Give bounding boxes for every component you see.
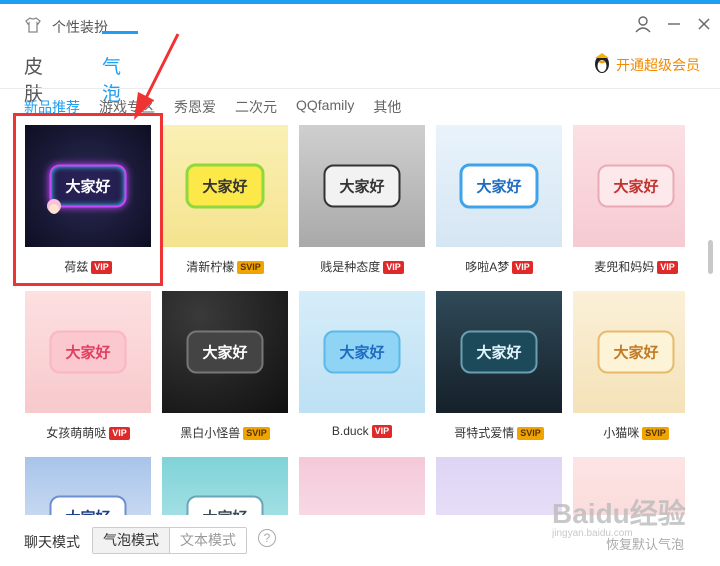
bubble-preview-text: 大家好 [459, 163, 539, 209]
bubble-label: 麦兜和妈妈 VIP [573, 258, 685, 275]
bubble-preview-text: 大家好 [186, 330, 264, 374]
bubble-card[interactable]: 大家好 B.duck VIP [299, 291, 425, 438]
tshirt-icon [24, 16, 42, 34]
vip-badge: VIP [371, 425, 393, 438]
bubble-mode-button[interactable]: 气泡模式 [93, 528, 170, 553]
bubble-preview-text: 大家好 [323, 330, 401, 374]
bubble-card[interactable]: 大家好 [25, 457, 151, 515]
bubble-card[interactable] [436, 457, 562, 515]
window-title: 个性装扮 [52, 19, 108, 35]
svip-badge: SVIP [517, 427, 544, 440]
bubble-preview-text: 大家好 [460, 330, 538, 374]
watermark: Baidu经验 jingyan.baidu.com [552, 498, 686, 540]
bubble-thumbnail: 大家好 [25, 291, 151, 413]
bubble-label: 女孩萌萌哒 VIP [25, 424, 151, 441]
vip-badge: VIP [512, 261, 533, 274]
bubble-card[interactable]: 大家好 [162, 457, 288, 515]
bubble-label: 黑白小怪兽 SVIP [162, 424, 288, 441]
bubble-thumbnail: 大家好 [573, 291, 685, 413]
bubble-card[interactable]: 大家好 麦兜和妈妈 VIP [573, 125, 685, 274]
bubble-label: 清新柠檬 SVIP [162, 258, 288, 275]
open-svip-label: 开通超级会员 [616, 57, 700, 73]
bubble-preview-text: 大家好 [185, 163, 265, 209]
bubble-preview-text: 大家好 [597, 164, 675, 208]
bubble-thumbnail: 大家好 [436, 125, 562, 247]
title-bar: 个性装扮 [0, 4, 720, 44]
chat-mode-switch: 气泡模式 文本模式 [92, 527, 247, 554]
bubble-thumbnail: 大家好 [436, 291, 562, 413]
svip-badge: SVIP [243, 427, 270, 440]
chat-mode-label: 聊天模式 [24, 534, 80, 550]
minimize-icon[interactable] [663, 13, 685, 35]
bubble-label: 小猫咪 SVIP [573, 424, 685, 441]
bubble-preview-text: 大家好 [186, 495, 264, 515]
bubble-thumbnail [436, 457, 562, 515]
svip-badge: SVIP [642, 427, 669, 440]
bubble-preview-text: 大家好 [597, 330, 675, 374]
subtab-other[interactable]: 其他 [373, 97, 401, 117]
bubble-thumbnail: 大家好 [299, 125, 425, 247]
bubble-card[interactable] [299, 457, 425, 515]
bubble-thumbnail: 大家好 [162, 457, 288, 515]
bubble-thumbnail [299, 457, 425, 515]
bubble-skin-window: 个性装扮 皮肤 气泡 开通超级会员 新品推荐 游戏专区 秀恩爱 二次元 QQfa… [0, 0, 720, 566]
user-icon[interactable] [632, 13, 654, 35]
bubble-preview-text: 大家好 [323, 164, 401, 208]
bubble-thumbnail: 大家好 [25, 457, 151, 515]
bubble-thumbnail: 大家好 [573, 125, 685, 247]
subtab-anime[interactable]: 二次元 [235, 97, 277, 117]
svip-badge: SVIP [237, 261, 264, 274]
selection-highlight [13, 113, 163, 286]
open-svip-link[interactable]: 开通超级会员 [592, 52, 700, 79]
help-icon[interactable]: ? [258, 529, 276, 547]
bubble-label: 贱是种态度 VIP [299, 258, 425, 275]
bubble-thumbnail: 大家好 [162, 125, 288, 247]
bubble-thumbnail: 大家好 [299, 291, 425, 413]
vip-badge: VIP [109, 427, 130, 440]
vip-badge: VIP [657, 261, 678, 274]
scrollbar-thumb[interactable] [708, 240, 713, 274]
subtab-qqfamily[interactable]: QQfamily [296, 97, 354, 117]
bubble-thumbnail: 大家好 [162, 291, 288, 413]
bubble-card[interactable]: 大家好 清新柠檬 SVIP [162, 125, 288, 274]
vip-badge: VIP [383, 261, 404, 274]
bubble-label: B.duck VIP [299, 424, 425, 438]
bubble-card[interactable]: 大家好 哆啦A梦 VIP [436, 125, 562, 274]
bubble-label: 哥特式爱情 SVIP [436, 424, 562, 441]
header-divider [0, 88, 720, 89]
close-icon[interactable] [693, 13, 715, 35]
bubble-card[interactable]: 大家好 女孩萌萌哒 VIP [25, 291, 151, 440]
bubble-card[interactable]: 大家好 哥特式爱情 SVIP [436, 291, 562, 440]
text-mode-button[interactable]: 文本模式 [170, 528, 246, 553]
bubble-label: 哆啦A梦 VIP [436, 258, 562, 275]
bubble-card[interactable]: 大家好 小猫咪 SVIP [573, 291, 685, 440]
bubble-preview-text: 大家好 [49, 495, 127, 515]
bubble-card[interactable]: 大家好 贱是种态度 VIP [299, 125, 425, 274]
annotation-arrow-icon [134, 33, 180, 120]
penguin-icon [592, 52, 612, 79]
bubble-card[interactable]: 大家好 黑白小怪兽 SVIP [162, 291, 288, 440]
bubble-preview-text: 大家好 [49, 330, 127, 374]
